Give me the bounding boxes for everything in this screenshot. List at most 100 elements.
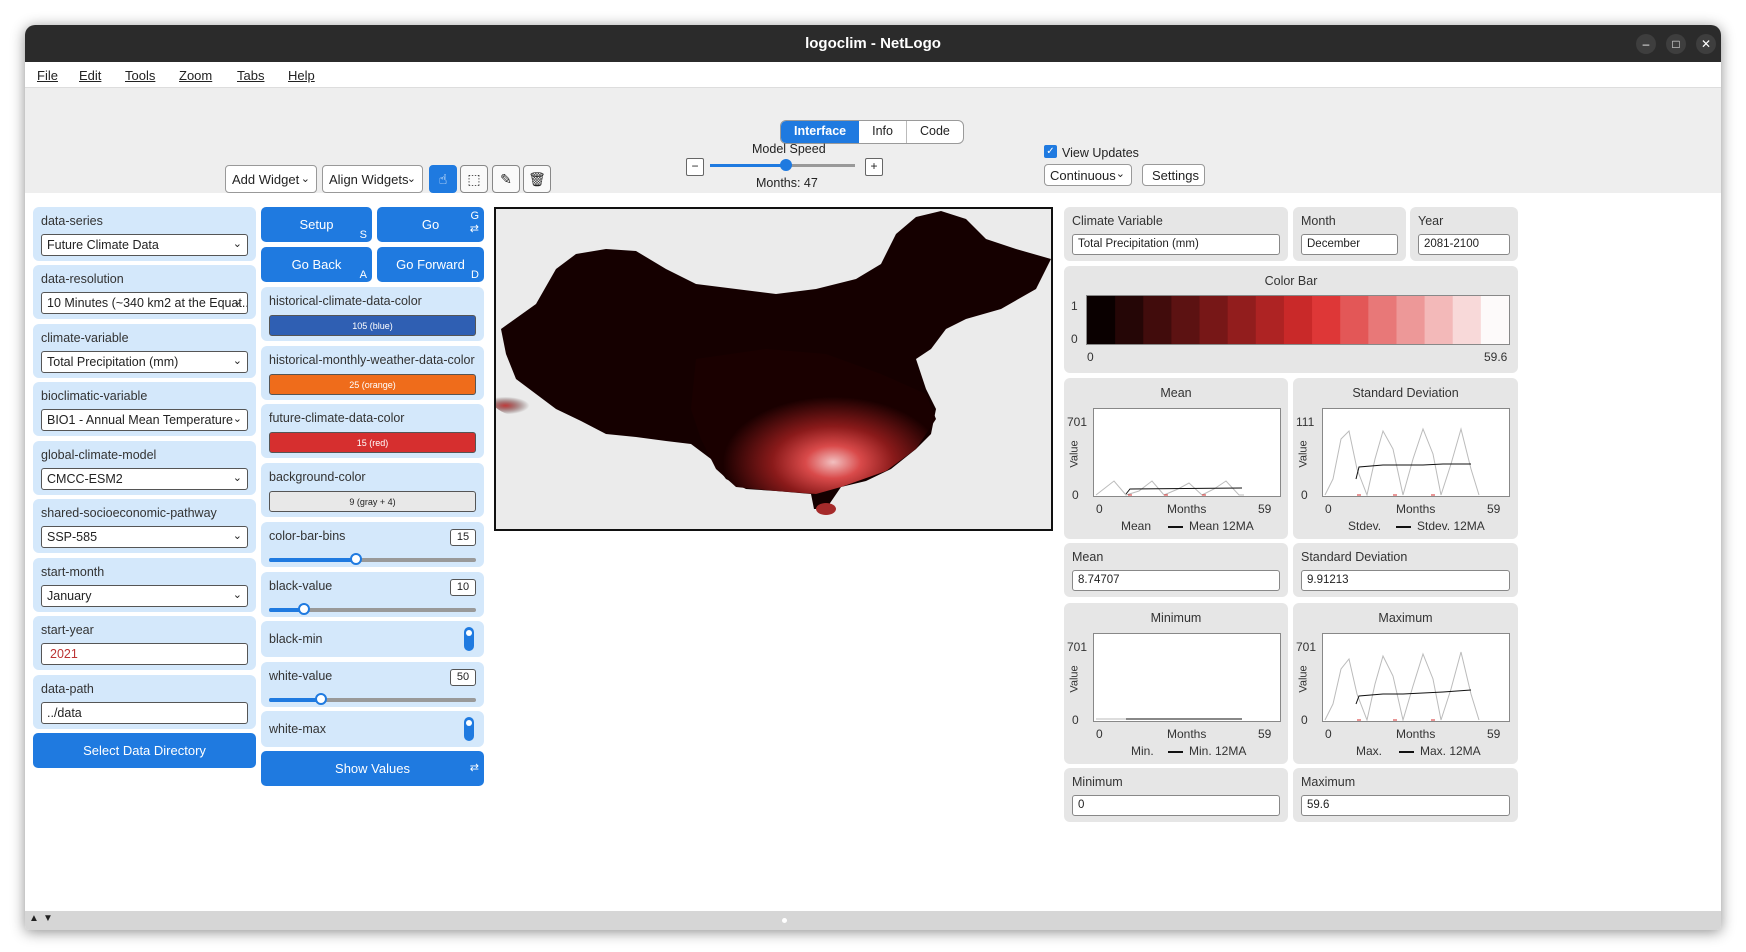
menu-bar: File Edit Tools Zoom Tabs Help [25,62,1721,88]
tab-info[interactable]: Info [859,121,906,143]
chooser-data-resolution[interactable]: data-resolution 10 Minutes (~340 km2 at … [33,265,256,319]
chooser-ssp[interactable]: shared-socioeconomic-pathway SSP-585 ⌄ [33,499,256,553]
slider-track[interactable] [269,553,476,565]
chooser-value[interactable]: Future Climate Data ⌄ [41,234,248,256]
chooser-climate-variable[interactable]: climate-variable Total Precipitation (mm… [33,324,256,378]
update-mode-dropdown[interactable]: Continuous ⌄ [1044,164,1132,186]
chooser-label: bioclimatic-variable [41,389,148,403]
edit-pencil-icon[interactable]: ✎ [492,165,520,193]
color-swatch[interactable]: 15 (red) [269,432,476,453]
close-icon[interactable]: ✕ [1696,34,1716,54]
maximize-icon[interactable]: □ [1666,34,1686,54]
speed-slider-knob[interactable] [780,159,792,171]
chooser-value[interactable]: January ⌄ [41,585,248,607]
input-label: start-year [41,623,94,637]
tab-code[interactable]: Code [905,121,963,143]
input-historical-climate-data-color[interactable]: historical-climate-data-color 105 (blue) [261,287,484,341]
plot-title: Standard Deviation [1352,386,1459,400]
chooser-value[interactable]: SSP-585 ⌄ [41,526,248,548]
speed-plus-button[interactable]: + [865,158,883,176]
select-data-directory-button[interactable]: Select Data Directory [33,733,256,768]
menu-tabs[interactable]: Tabs [237,68,264,83]
speed-minus-button[interactable]: − [686,158,704,176]
interact-hand-icon[interactable]: ☝ [429,165,457,193]
chooser-value[interactable]: 10 Minutes (~340 km2 at the Equat... ⌄ [41,292,248,314]
switch-white-max[interactable]: white-max [261,711,484,747]
select-icon[interactable]: ⬚ [460,165,488,193]
model-speed-slider[interactable] [710,159,855,171]
switch-black-min[interactable]: black-min [261,621,484,657]
chevron-down-icon: ⌄ [406,173,416,185]
color-swatch[interactable]: 25 (orange) [269,374,476,395]
monitor-label: Maximum [1301,775,1356,789]
align-widgets-dropdown[interactable]: Align Widgets ⌄ [322,165,423,193]
slider-knob[interactable] [349,553,362,565]
toggle-switch[interactable] [464,717,474,741]
plot-area [1093,408,1281,497]
color-swatch[interactable]: 105 (blue) [269,315,476,336]
menu-zoom[interactable]: Zoom [179,68,212,83]
menu-tools[interactable]: Tools [125,68,155,83]
chooser-label: climate-variable [41,331,129,345]
go-forward-button[interactable]: Go Forward D [377,247,484,282]
chooser-bioclimatic-variable[interactable]: bioclimatic-variable BIO1 - Annual Mean … [33,382,256,436]
menu-file[interactable]: File [37,68,58,83]
slider-knob[interactable] [314,693,327,705]
chevron-down-icon: ⌄ [232,355,242,367]
tab-bar: Interface Info Code [780,120,964,144]
color-bin [1087,296,1116,344]
chooser-value[interactable]: BIO1 - Annual Mean Temperature ⌄ [41,409,248,431]
x-min-label: 0 [1325,727,1332,741]
chooser-start-month[interactable]: start-month January ⌄ [33,558,256,612]
slider-knob[interactable] [298,603,311,615]
slider-white-value[interactable]: white-value 50 [261,662,484,707]
world-view[interactable] [491,207,1053,531]
chooser-value[interactable]: Total Precipitation (mm) ⌄ [41,351,248,373]
go-back-button[interactable]: Go Back A [261,247,372,282]
plot-minimum: Minimum 701 0 Value 0 59 Months Min. Min… [1064,603,1288,764]
mean-line-chart [1095,480,1244,496]
resize-handle-icon[interactable] [782,918,787,923]
delete-trash-icon[interactable]: 🗑 [523,165,551,193]
color-bin [1199,296,1229,344]
tab-interface[interactable]: Interface [781,121,860,143]
input-background-color[interactable]: background-color 9 (gray + 4) [261,463,484,517]
data-path-field[interactable]: ../data [41,702,248,724]
collapse-down-icon[interactable]: ▼ [43,913,53,924]
chooser-label: data-series [41,214,103,228]
input-historical-monthly-weather-data-color[interactable]: historical-monthly-weather-data-color 25… [261,346,484,400]
slider-black-value[interactable]: black-value 10 [261,572,484,617]
legend-item: Stdev. [1348,519,1382,533]
minimize-icon[interactable]: – [1636,34,1656,54]
toggle-switch[interactable] [464,627,474,651]
add-widget-dropdown[interactable]: Add Widget ⌄ [225,165,317,193]
slider-color-bar-bins[interactable]: color-bar-bins 15 [261,522,484,567]
input-future-climate-data-color[interactable]: future-climate-data-color 15 (red) [261,404,484,458]
expand-up-icon[interactable]: ▲ [29,913,39,924]
chooser-label: global-climate-model [41,448,157,462]
chevron-down-icon: ⌄ [300,173,310,185]
menu-help[interactable]: Help [288,68,315,83]
chooser-value[interactable]: CMCC-ESM2 ⌄ [41,468,248,490]
chooser-global-climate-model[interactable]: global-climate-model CMCC-ESM2 ⌄ [33,441,256,495]
color-bin [1368,296,1397,344]
input-data-path[interactable]: data-path ../data [33,675,256,729]
setup-button[interactable]: Setup S [261,207,372,242]
input-start-year[interactable]: start-year 2021 [33,616,256,670]
slider-value: 10 [450,579,476,596]
menu-edit[interactable]: Edit [79,68,101,83]
settings-button[interactable]: Settings [1142,164,1205,186]
chooser-label: start-month [41,565,105,579]
view-updates-checkbox[interactable]: ✓ [1044,145,1057,158]
x-max-label: 59 [1258,502,1272,516]
monitor-value: 9.91213 [1301,570,1510,591]
slider-track[interactable] [269,693,476,705]
stdev-line-chart [1324,427,1480,497]
color-swatch[interactable]: 9 (gray + 4) [269,491,476,512]
chooser-data-series[interactable]: data-series Future Climate Data ⌄ [33,207,256,261]
show-values-button[interactable]: Show Values ⇄ [261,751,484,786]
start-year-field[interactable]: 2021 [41,643,248,665]
x-axis-label: Months [1396,502,1436,516]
slider-track[interactable] [269,603,476,615]
go-button[interactable]: Go G ⇄ [377,207,484,242]
